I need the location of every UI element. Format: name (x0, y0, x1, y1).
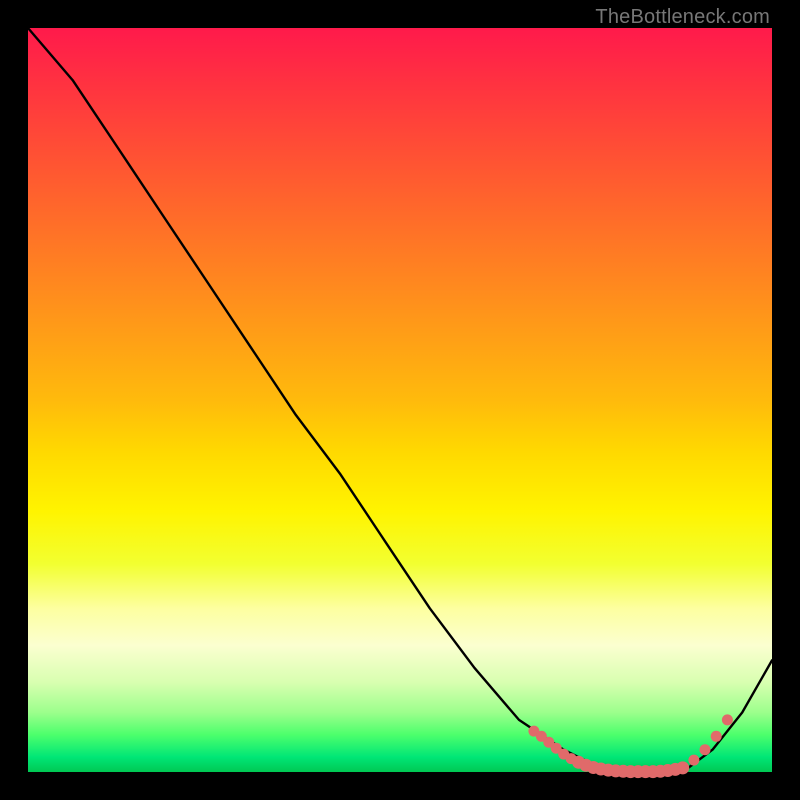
marker-dot (688, 755, 699, 766)
watermark-text: TheBottleneck.com (595, 6, 770, 29)
marker-dot (722, 714, 733, 725)
chart-stage: TheBottleneck.com (0, 0, 800, 800)
curve-path (28, 28, 772, 772)
marker-dots (528, 714, 733, 778)
marker-dot (676, 761, 689, 774)
marker-dot (700, 744, 711, 755)
plot-area (28, 28, 772, 772)
chart-svg (28, 28, 772, 772)
marker-dot (711, 731, 722, 742)
